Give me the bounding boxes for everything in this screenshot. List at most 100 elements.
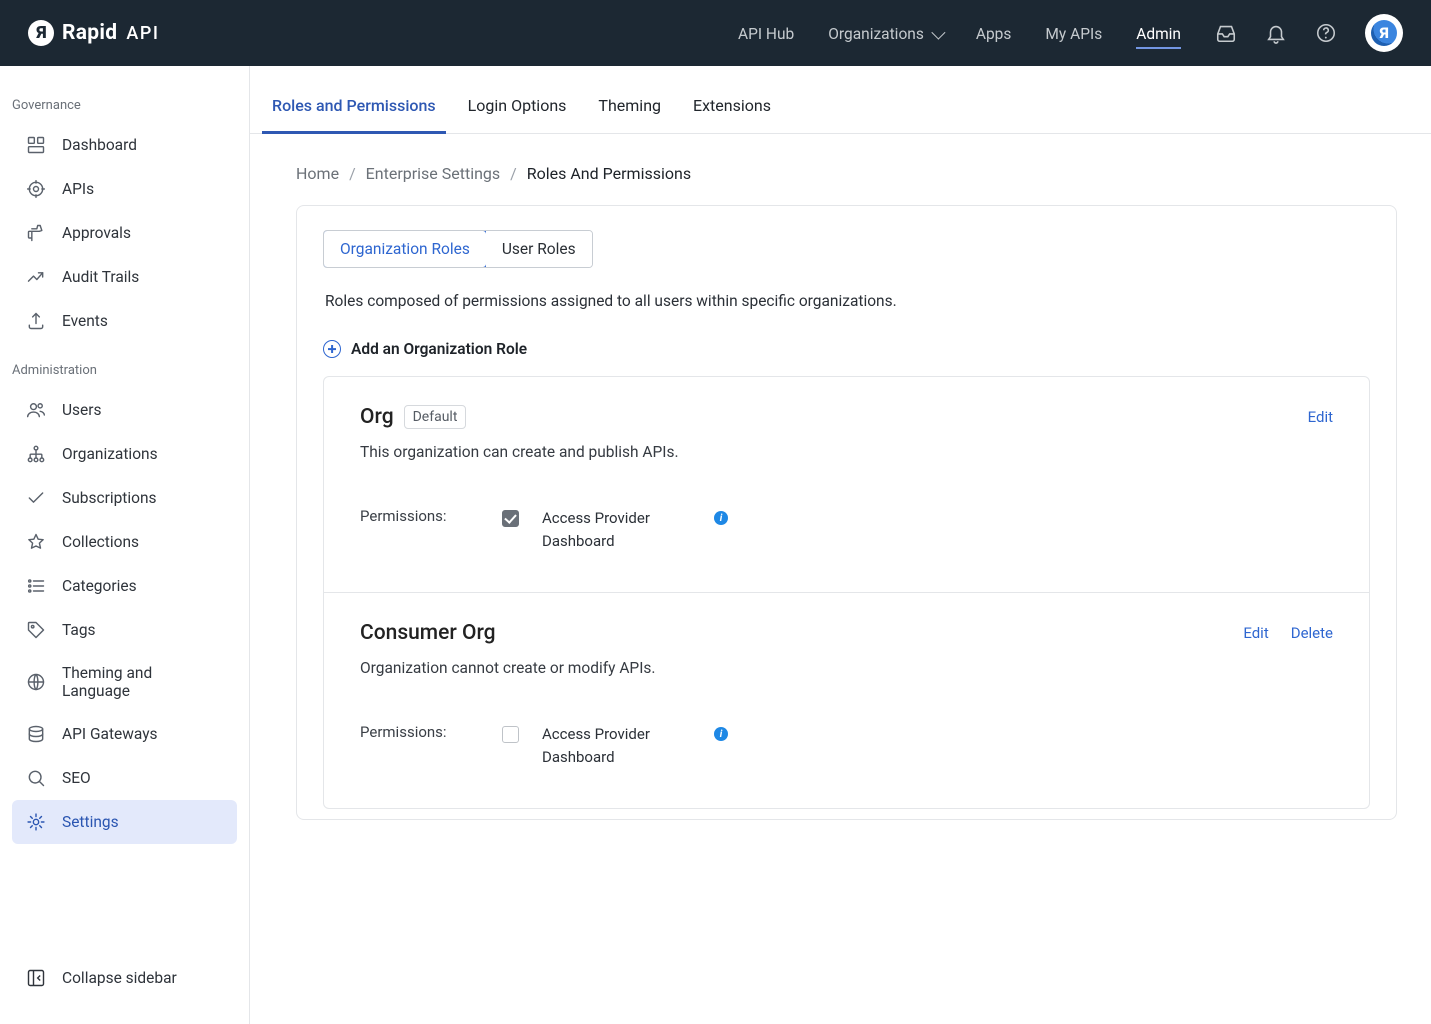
- globe-icon: [26, 672, 46, 692]
- sidebar-item-label: Theming and Language: [62, 664, 223, 700]
- role-description: Organization cannot create or modify API…: [360, 659, 1333, 677]
- sidebar-item-api-gateways[interactable]: API Gateways: [12, 712, 237, 756]
- nav-apps[interactable]: Apps: [976, 5, 1012, 61]
- breadcrumb-home[interactable]: Home: [296, 164, 339, 183]
- sidebar-item-label: Collections: [62, 533, 139, 551]
- header-icons: R: [1215, 14, 1403, 52]
- permissions-label: Permissions:: [360, 723, 490, 741]
- tab-extensions[interactable]: Extensions: [691, 88, 773, 133]
- sidebar-item-settings[interactable]: Settings: [12, 800, 237, 844]
- sidebar-item-label: API Gateways: [62, 725, 158, 743]
- tag-icon: [26, 620, 46, 640]
- sidebar-section-label: Administration: [0, 357, 249, 388]
- sidebar-item-events[interactable]: Events: [12, 299, 237, 343]
- main-nav: API Hub Organizations Apps My APIs Admin: [738, 5, 1181, 61]
- tab-theming[interactable]: Theming: [596, 88, 663, 133]
- sidebar-item-label: Subscriptions: [62, 489, 157, 507]
- tab-roles-and-permissions[interactable]: Roles and Permissions: [270, 88, 438, 133]
- add-organization-role-button[interactable]: Add an Organization Role: [323, 340, 1370, 358]
- nav-label: My APIs: [1045, 25, 1102, 43]
- default-badge: Default: [404, 405, 467, 429]
- permission-name: Access Provider Dashboard: [542, 507, 702, 552]
- role-title: Consumer Org: [360, 621, 496, 645]
- nav-api-hub[interactable]: API Hub: [738, 5, 794, 61]
- sidebar-item-collections[interactable]: Collections: [12, 520, 237, 564]
- role-tab-organization-roles[interactable]: Organization Roles: [323, 230, 487, 268]
- search-icon: [26, 768, 46, 788]
- nav-admin[interactable]: Admin: [1136, 5, 1181, 61]
- collapse-sidebar[interactable]: Collapse sidebar: [12, 958, 237, 998]
- roles-description: Roles composed of permissions assigned t…: [325, 292, 1370, 310]
- breadcrumb-separator: /: [349, 164, 356, 183]
- bell-icon[interactable]: [1265, 22, 1287, 44]
- permission-checkbox[interactable]: [502, 510, 519, 527]
- sidebar-item-label: Dashboard: [62, 136, 137, 154]
- role-tab-user-roles[interactable]: User Roles: [486, 231, 592, 267]
- nav-organizations[interactable]: Organizations: [828, 5, 942, 61]
- sidebar-item-label: Categories: [62, 577, 137, 595]
- sidebar-item-approvals[interactable]: Approvals: [12, 211, 237, 255]
- role-card: OrgDefaultEditThis organization can crea…: [324, 377, 1369, 593]
- breadcrumb: Home/Enterprise Settings/Roles And Permi…: [296, 164, 1397, 183]
- sidebar-item-label: APIs: [62, 180, 94, 198]
- collapse-icon: [26, 968, 46, 988]
- grid-icon: [26, 135, 46, 155]
- sidebar-item-label: Users: [62, 401, 102, 419]
- thumb-icon: [26, 223, 46, 243]
- db-icon: [26, 724, 46, 744]
- sidebar: GovernanceDashboardAPIsApprovalsAudit Tr…: [0, 66, 250, 1024]
- permissions-label: Permissions:: [360, 507, 490, 525]
- breadcrumb-enterprise-settings[interactable]: Enterprise Settings: [366, 164, 501, 183]
- inbox-icon[interactable]: [1215, 22, 1237, 44]
- role-description: This organization can create and publish…: [360, 443, 1333, 461]
- tree-icon: [26, 444, 46, 464]
- info-icon[interactable]: i: [714, 511, 728, 525]
- check-icon: [26, 488, 46, 508]
- sidebar-item-apis[interactable]: APIs: [12, 167, 237, 211]
- chevron-down-icon: [931, 26, 945, 40]
- sidebar-item-dashboard[interactable]: Dashboard: [12, 123, 237, 167]
- roles-panel: Organization RolesUser Roles Roles compo…: [296, 205, 1397, 820]
- info-icon[interactable]: i: [714, 727, 728, 741]
- logo[interactable]: R Rapid API: [28, 20, 159, 46]
- sidebar-item-label: Audit Trails: [62, 268, 139, 286]
- help-icon[interactable]: [1315, 22, 1337, 44]
- plus-circle-icon: [323, 340, 341, 358]
- edit-role-button[interactable]: Edit: [1243, 624, 1268, 642]
- roles-list: OrgDefaultEditThis organization can crea…: [323, 376, 1370, 809]
- role-card: Consumer Org Edit Delete Organization canno…: [324, 593, 1369, 808]
- delete-role-button[interactable]: Delete: [1291, 624, 1333, 642]
- list-icon: [26, 576, 46, 596]
- sidebar-item-label: Tags: [62, 621, 96, 639]
- settings-sub-tabs: Roles and Permissions Login Options Themin…: [250, 66, 1431, 134]
- role-type-tabs: Organization RolesUser Roles: [323, 230, 593, 268]
- sidebar-item-label: Approvals: [62, 224, 131, 242]
- nav-label: API Hub: [738, 25, 794, 43]
- edit-role-button[interactable]: Edit: [1308, 408, 1333, 426]
- sidebar-item-tags[interactable]: Tags: [12, 608, 237, 652]
- sidebar-item-label: Settings: [62, 813, 119, 831]
- sidebar-item-users[interactable]: Users: [12, 388, 237, 432]
- sidebar-item-organizations[interactable]: Organizations: [12, 432, 237, 476]
- nav-my-apis[interactable]: My APIs: [1045, 5, 1102, 61]
- sidebar-item-subscriptions[interactable]: Subscriptions: [12, 476, 237, 520]
- brand-name: Rapid: [62, 21, 117, 45]
- sidebar-item-label: Events: [62, 312, 108, 330]
- nav-label: Admin: [1136, 25, 1181, 43]
- sidebar-item-theming-and-language[interactable]: Theming and Language: [12, 652, 237, 712]
- tab-login-options[interactable]: Login Options: [466, 88, 569, 133]
- sidebar-item-categories[interactable]: Categories: [12, 564, 237, 608]
- star-icon: [26, 532, 46, 552]
- sidebar-item-seo[interactable]: SEO: [12, 756, 237, 800]
- trend-icon: [26, 267, 46, 287]
- nav-label: Apps: [976, 25, 1012, 43]
- add-role-label: Add an Organization Role: [351, 340, 527, 358]
- permission-checkbox[interactable]: [502, 726, 519, 743]
- nav-label: Organizations: [828, 25, 924, 43]
- users-icon: [26, 400, 46, 420]
- avatar[interactable]: R: [1365, 14, 1403, 52]
- sidebar-item-audit-trails[interactable]: Audit Trails: [12, 255, 237, 299]
- logo-mark-icon: R: [28, 20, 54, 46]
- target-icon: [26, 179, 46, 199]
- sidebar-item-label: SEO: [62, 769, 91, 787]
